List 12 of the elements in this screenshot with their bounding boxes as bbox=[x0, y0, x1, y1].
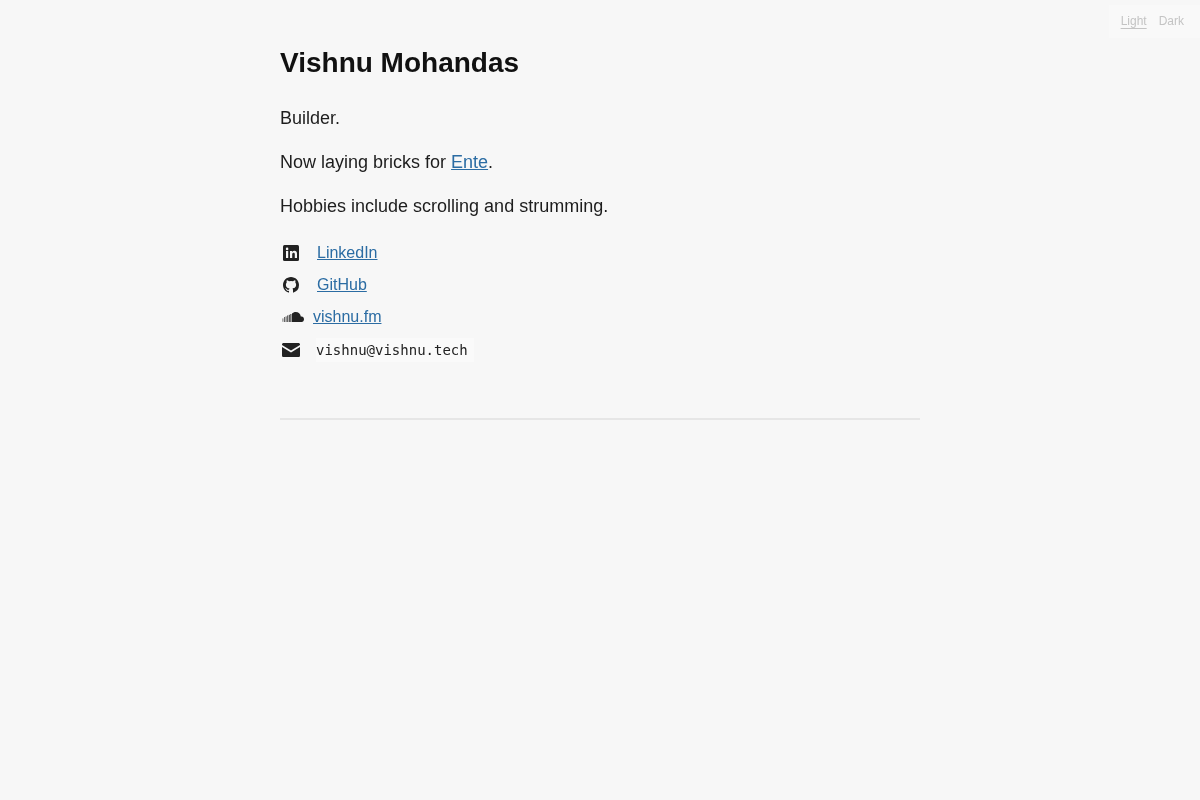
cat-silhouette-icon bbox=[283, 277, 299, 293]
bio-text: Builder. bbox=[280, 107, 342, 130]
text-link[interactable]: Ente bbox=[451, 152, 489, 172]
cloud-icon bbox=[282, 312, 304, 322]
envelope-icon bbox=[282, 343, 300, 357]
bio-text: Hobbies include scrolling and strumming. bbox=[280, 195, 610, 218]
profile-link[interactable]: LinkedIn bbox=[317, 244, 378, 262]
profile-link[interactable]: GitHub bbox=[317, 276, 367, 294]
profile-link[interactable]: vishnu.fm bbox=[313, 308, 382, 326]
page-title: Vishnu Mohandas bbox=[280, 46, 521, 80]
in-letters-icon bbox=[283, 245, 299, 261]
bio-text: Now laying bricks for Ente. bbox=[280, 151, 495, 174]
